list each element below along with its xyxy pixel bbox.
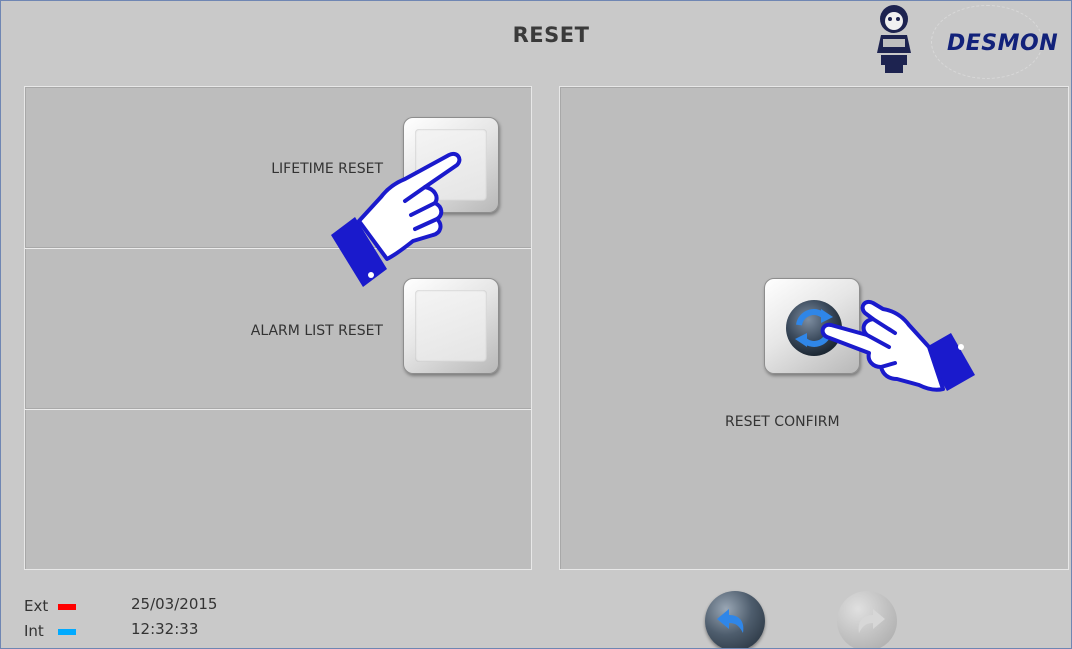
int-label: Int	[24, 622, 44, 640]
ext-color-swatch	[58, 603, 77, 610]
ext-legend: Ext	[24, 597, 77, 615]
reset-options-panel: LIFETIME RESET ALARM LIST RESET	[24, 86, 532, 570]
reset-screen: RESET DESMON LIFETIME RESET ALARM LIST R…	[0, 0, 1072, 649]
time-display: 12:32:33	[131, 620, 199, 638]
header: RESET DESMON	[1, 1, 1071, 83]
int-color-swatch	[57, 628, 76, 635]
reset-confirm-button[interactable]	[764, 278, 860, 374]
lifetime-reset-button[interactable]	[403, 117, 499, 213]
logo-text: DESMON	[947, 31, 1059, 56]
int-legend: Int	[24, 622, 76, 640]
row-divider	[25, 408, 531, 410]
lifetime-reset-label: LIFETIME RESET	[271, 161, 383, 177]
alarm-list-reset-button[interactable]	[403, 278, 499, 374]
brand-logo: DESMON	[861, 1, 1071, 81]
footer: Ext Int 25/03/2015 12:32:33	[1, 583, 1071, 648]
reset-confirm-label: RESET CONFIRM	[725, 414, 840, 430]
alarm-list-reset-label: ALARM LIST RESET	[250, 323, 383, 339]
date-display: 25/03/2015	[131, 595, 218, 613]
refresh-icon	[786, 300, 842, 356]
mascot-icon	[877, 5, 911, 73]
ext-label: Ext	[24, 597, 49, 615]
forward-button[interactable]	[837, 591, 897, 648]
back-arrow-icon	[717, 609, 744, 633]
forward-arrow-icon	[858, 609, 885, 633]
row-divider	[25, 247, 531, 249]
back-button[interactable]	[705, 591, 765, 648]
confirm-panel	[559, 86, 1069, 570]
